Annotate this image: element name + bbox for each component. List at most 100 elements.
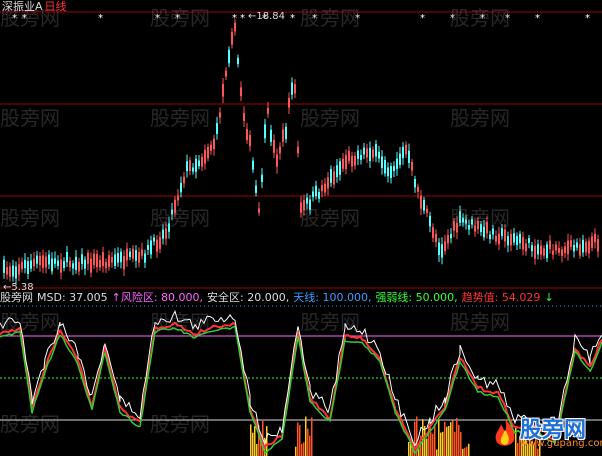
candle-body bbox=[204, 150, 206, 164]
candle-body bbox=[336, 165, 338, 178]
candle-body bbox=[330, 168, 332, 183]
indicator-bar bbox=[464, 447, 466, 456]
price-grid bbox=[0, 11, 602, 289]
watermark-text: 股旁网 bbox=[300, 310, 360, 334]
candle-body bbox=[342, 158, 344, 169]
watermark-text: 股旁网 bbox=[300, 106, 360, 130]
candle-body bbox=[582, 239, 584, 253]
candle-body bbox=[522, 237, 524, 250]
candle-body bbox=[366, 148, 368, 158]
candle-body bbox=[390, 166, 392, 179]
indicator-bar bbox=[438, 419, 440, 456]
candle-body bbox=[246, 129, 248, 141]
indicator-bar bbox=[444, 421, 446, 456]
candle-body bbox=[231, 32, 233, 45]
watermark-text: 股旁网 bbox=[0, 206, 60, 230]
indicator-bar bbox=[297, 422, 299, 456]
candle-body bbox=[414, 179, 416, 188]
candle-body bbox=[519, 233, 521, 244]
indicator-bar bbox=[295, 446, 297, 456]
candle-body bbox=[429, 215, 431, 227]
candle-body bbox=[201, 156, 203, 167]
indicator-bar bbox=[446, 426, 448, 456]
indicator-bar bbox=[426, 438, 428, 456]
candle-body bbox=[312, 191, 314, 198]
candle-body bbox=[399, 153, 401, 165]
chart-title: 深振业A 日线 bbox=[2, 1, 67, 13]
candle-body bbox=[87, 252, 89, 264]
indicator-bar bbox=[408, 442, 410, 456]
candle-body bbox=[411, 161, 413, 171]
candle-body bbox=[333, 171, 335, 185]
indicator-bar bbox=[299, 425, 301, 456]
indicator-bar bbox=[432, 433, 434, 456]
candle-body bbox=[15, 266, 17, 279]
candle-body bbox=[117, 253, 119, 263]
candle-body bbox=[57, 260, 59, 267]
candle-body bbox=[261, 174, 263, 182]
watermark-text: 股旁网 bbox=[450, 206, 510, 230]
candle-body bbox=[267, 108, 269, 114]
candle-body bbox=[135, 250, 137, 261]
candle-body bbox=[405, 144, 407, 155]
candle-body bbox=[48, 254, 50, 265]
candle-body bbox=[432, 227, 434, 238]
candle-body bbox=[348, 150, 350, 162]
candle-body bbox=[222, 83, 224, 97]
candle-body bbox=[351, 155, 353, 167]
candle-body bbox=[144, 253, 146, 263]
indicator-bar bbox=[458, 424, 460, 456]
candle-body bbox=[207, 147, 209, 159]
candle-body bbox=[543, 248, 545, 256]
candle-body bbox=[540, 245, 542, 255]
candle-body bbox=[534, 245, 536, 259]
candle-body bbox=[198, 160, 200, 167]
indicator-bar bbox=[256, 443, 258, 456]
candle-body bbox=[150, 240, 152, 255]
candle-body bbox=[141, 249, 143, 256]
candle-body bbox=[315, 185, 317, 197]
candle-body bbox=[66, 251, 68, 263]
candlestick-series[interactable] bbox=[3, 19, 599, 286]
candle-body bbox=[75, 256, 77, 270]
candle-body bbox=[192, 167, 194, 172]
candle-body bbox=[381, 156, 383, 169]
candle-body bbox=[93, 253, 95, 265]
candle-body bbox=[288, 97, 290, 108]
candle-body bbox=[273, 140, 275, 153]
candle-body bbox=[249, 135, 251, 147]
watermark-text: 股旁网 bbox=[150, 106, 210, 130]
candle-body bbox=[528, 238, 530, 243]
signal-star-icon: * bbox=[535, 13, 540, 24]
safe-zone-value: 安全区: 20.000, bbox=[207, 291, 290, 304]
candle-body bbox=[444, 241, 446, 251]
candle-body bbox=[72, 263, 74, 269]
indicator-bar bbox=[456, 418, 458, 456]
indicator-bar bbox=[424, 425, 426, 456]
indicator-bar bbox=[303, 442, 305, 456]
watermark-text: 股旁网 bbox=[450, 310, 510, 334]
candle-body bbox=[21, 261, 23, 270]
watermark-text: 股旁网 bbox=[0, 310, 60, 334]
candle-body bbox=[12, 265, 14, 277]
candle-body bbox=[396, 158, 398, 169]
candle-body bbox=[42, 255, 44, 268]
candle-body bbox=[138, 252, 140, 263]
candle-body bbox=[252, 160, 254, 170]
indicator-bar bbox=[442, 431, 444, 456]
candle-body bbox=[546, 244, 548, 259]
watermark-text: 股旁网 bbox=[150, 206, 210, 230]
candle-body bbox=[285, 126, 287, 140]
brand-url: www.gupang.com bbox=[520, 438, 602, 449]
candle-body bbox=[525, 243, 527, 252]
candle-body bbox=[105, 261, 107, 268]
candle-body bbox=[321, 185, 323, 192]
indicator-bar bbox=[430, 432, 432, 456]
candle-body bbox=[234, 22, 236, 32]
indicator-bar bbox=[450, 422, 452, 456]
candle-body bbox=[243, 113, 245, 121]
watermark-text: 股旁网 bbox=[0, 412, 60, 436]
candle-body bbox=[9, 266, 11, 277]
candle-body bbox=[450, 234, 452, 239]
indicator-prefix: 股旁网 bbox=[0, 291, 33, 304]
